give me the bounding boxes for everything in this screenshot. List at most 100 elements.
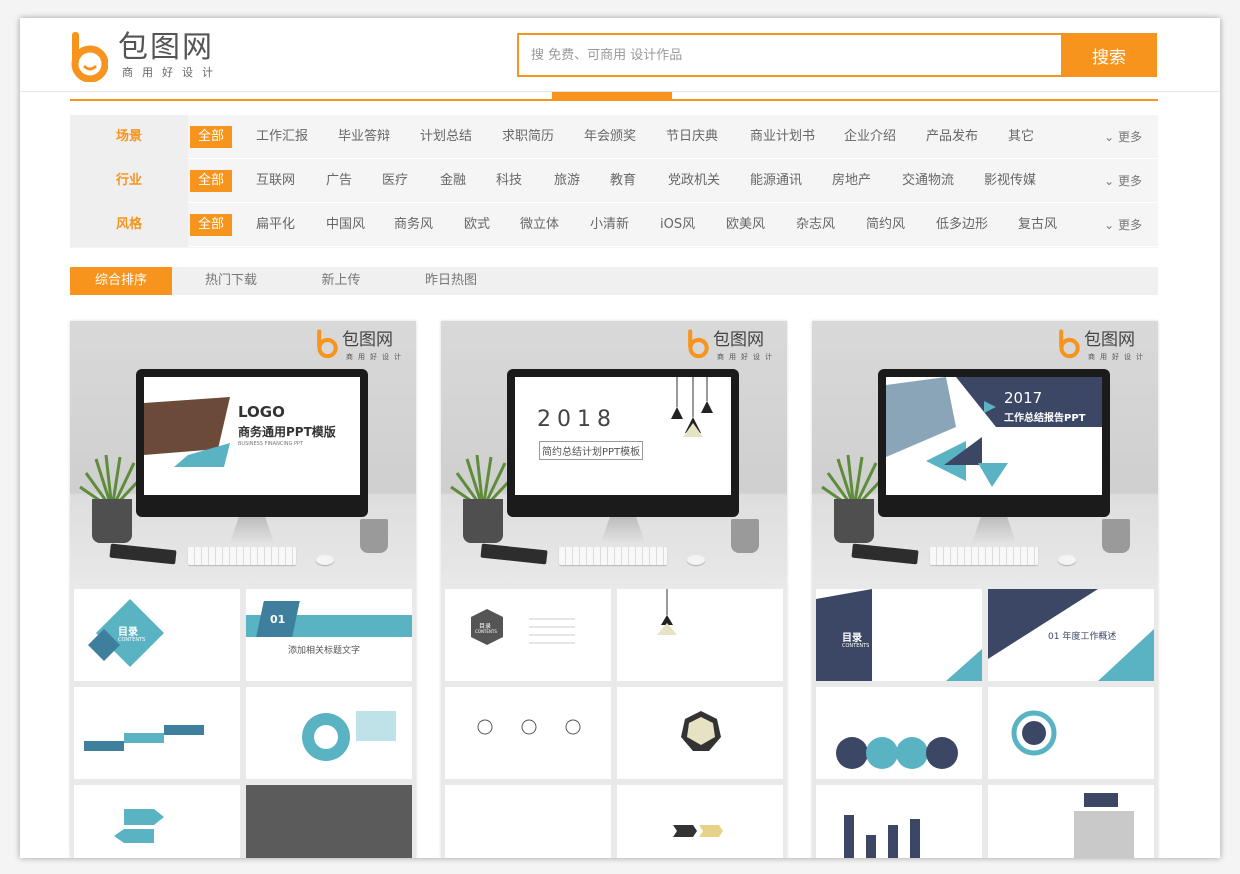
screen-subtitle: BUSINESS FINANCING PPT [238, 441, 304, 447]
filter-panel: 场景 全部 工作汇报 毕业答辩 计划总结 求职简历 年会颁奖 节日庆典 商业计划… [70, 115, 1158, 248]
logo-icon [688, 329, 709, 359]
filter-option[interactable]: 互联网 [248, 170, 303, 192]
logo-text: 包图网 [118, 30, 214, 65]
filter-option[interactable]: 医疗 [374, 170, 416, 192]
logo-icon [71, 32, 108, 82]
filter-option[interactable]: 求职简历 [494, 126, 562, 148]
filter-option[interactable]: 商业计划书 [742, 126, 823, 148]
filter-option[interactable]: 能源通讯 [742, 170, 810, 192]
slide-thumbnail: 目录 CONTENTS [74, 589, 240, 681]
slide-graphic [836, 737, 958, 769]
filter-option[interactable]: 广告 [318, 170, 360, 192]
filter-option[interactable]: 欧式 [456, 214, 498, 236]
card-logo-text: 包图网 [342, 330, 393, 350]
search-button[interactable]: 搜索 [1061, 33, 1157, 77]
chevron-down-icon: ⌄ [1104, 174, 1118, 188]
monitor-stand [972, 517, 1016, 543]
filter-option[interactable]: 全部 [190, 170, 233, 192]
filter-option[interactable]: 复古风 [1010, 214, 1065, 236]
filter-option[interactable]: 工作汇报 [248, 126, 316, 148]
slide-thumbnail [246, 785, 412, 858]
mug [1102, 519, 1130, 553]
filter-option[interactable]: 全部 [190, 126, 233, 148]
filter-option[interactable]: 影视传媒 [976, 170, 1044, 192]
chevron-down-icon: ⌄ [1104, 130, 1118, 144]
slide-graphic [844, 815, 920, 858]
filter-option[interactable]: 交通物流 [894, 170, 962, 192]
screen-title-2: 商务通用PPT模版 [238, 425, 336, 439]
filter-option[interactable]: 科技 [488, 170, 530, 192]
more-label: 更多 [1117, 174, 1142, 188]
search-input[interactable] [519, 35, 1061, 75]
filter-option[interactable]: iOS风 [652, 214, 703, 236]
sort-tab-new[interactable]: 新上传 [292, 267, 390, 295]
search-box [517, 33, 1061, 77]
filter-option[interactable]: 低多边形 [928, 214, 996, 236]
chevron-down-icon: ⌄ [1104, 218, 1118, 232]
filter-option[interactable]: 扁平化 [248, 214, 303, 236]
screen-graphic [886, 377, 1102, 487]
filter-option[interactable]: 其它 [1000, 126, 1042, 148]
template-card[interactable]: 包图网 商用好设计 LOGO 商务通用PPT模版 BUSINESS FINANC… [70, 321, 416, 858]
sort-tab-popular[interactable]: 热门下载 [182, 267, 280, 295]
card-hero-image: 包图网 商用好设计 LOGO 商务通用PPT模版 BUSINESS FINANC… [70, 321, 416, 585]
filter-row-industry: 行业 全部 互联网 广告 医疗 金融 科技 旅游 教育 党政机关 能源通讯 房地… [70, 159, 1158, 203]
sort-tab-yesterday-hot[interactable]: 昨日热图 [402, 267, 500, 295]
template-card[interactable]: 包图网 商用好设计 2017 工作总结报告PPT 目录 CONTENTS 01 … [812, 321, 1158, 858]
card-logo: 包图网 商用好设计 [1058, 329, 1148, 363]
slide-graphic [816, 589, 982, 681]
filter-option[interactable]: 中国风 [318, 214, 373, 236]
filter-option[interactable]: 欧美风 [718, 214, 773, 236]
filter-more-button[interactable]: ⌄ 更多 [1104, 170, 1142, 192]
filter-option[interactable]: 毕业答辩 [330, 126, 398, 148]
template-card[interactable]: 包图网 商用好设计 2018 简约总结计划PPT模板 目录 CONTENTS [441, 321, 787, 858]
slide-text: CONTENTS [842, 643, 870, 649]
card-logo-text: 包图网 [1084, 330, 1135, 350]
slide-graphic [681, 711, 721, 751]
monitor: 2017 工作总结报告PPT [878, 369, 1110, 517]
slide-thumbnail: 目录 CONTENTS [445, 589, 611, 681]
filter-option[interactable]: 金融 [432, 170, 474, 192]
slide-thumbnail [246, 687, 412, 779]
filter-option[interactable]: 节日庆典 [658, 126, 726, 148]
sort-tab-default[interactable]: 综合排序 [70, 267, 172, 295]
filter-more-button[interactable]: ⌄ 更多 [1104, 126, 1142, 148]
site-logo[interactable]: 包图网 商用好设计 [70, 30, 240, 82]
filter-option[interactable]: 简约风 [858, 214, 913, 236]
filter-option[interactable]: 全部 [190, 214, 233, 236]
slide-thumbnail [988, 785, 1154, 858]
mouse [1058, 555, 1076, 565]
filter-option[interactable]: 年会颁奖 [576, 126, 644, 148]
filter-option[interactable]: 计划总结 [412, 126, 480, 148]
mug [360, 519, 388, 553]
filter-option[interactable]: 企业介绍 [836, 126, 904, 148]
filter-option[interactable]: 产品发布 [918, 126, 986, 148]
slide-graphic [471, 609, 575, 645]
filter-option[interactable]: 小清新 [582, 214, 637, 236]
filter-label: 行业 [70, 159, 188, 203]
screen-photo-shape [144, 397, 230, 467]
slide-text: 01 [270, 613, 286, 626]
filter-option[interactable]: 党政机关 [660, 170, 728, 192]
slide-graphic [302, 711, 396, 761]
filter-option[interactable]: 教育 [602, 170, 644, 192]
monitor-screen: 2018 简约总结计划PPT模板 [515, 377, 731, 495]
filter-option[interactable]: 旅游 [546, 170, 588, 192]
slide-text: CONTENTS [118, 637, 146, 643]
logo-icon [1059, 329, 1080, 359]
monitor-screen: 2017 工作总结报告PPT [886, 377, 1102, 495]
slide-thumbnail [74, 785, 240, 858]
slide-thumbnail [988, 687, 1154, 779]
slide-thumbnail: 01 年度工作概述 [988, 589, 1154, 681]
filter-option[interactable]: 房地产 [824, 170, 879, 192]
filter-more-button[interactable]: ⌄ 更多 [1104, 214, 1142, 236]
header-divider [70, 99, 1158, 101]
filter-option[interactable]: 商务风 [386, 214, 441, 236]
filter-row-style: 风格 全部 扁平化 中国风 商务风 欧式 微立体 小清新 iOS风 欧美风 杂志… [70, 203, 1158, 247]
slide-graphic [1074, 793, 1134, 858]
notebook [109, 543, 177, 565]
filter-option[interactable]: 微立体 [512, 214, 567, 236]
filter-option[interactable]: 杂志风 [788, 214, 843, 236]
mouse [316, 555, 334, 565]
slide-thumbnail [74, 687, 240, 779]
